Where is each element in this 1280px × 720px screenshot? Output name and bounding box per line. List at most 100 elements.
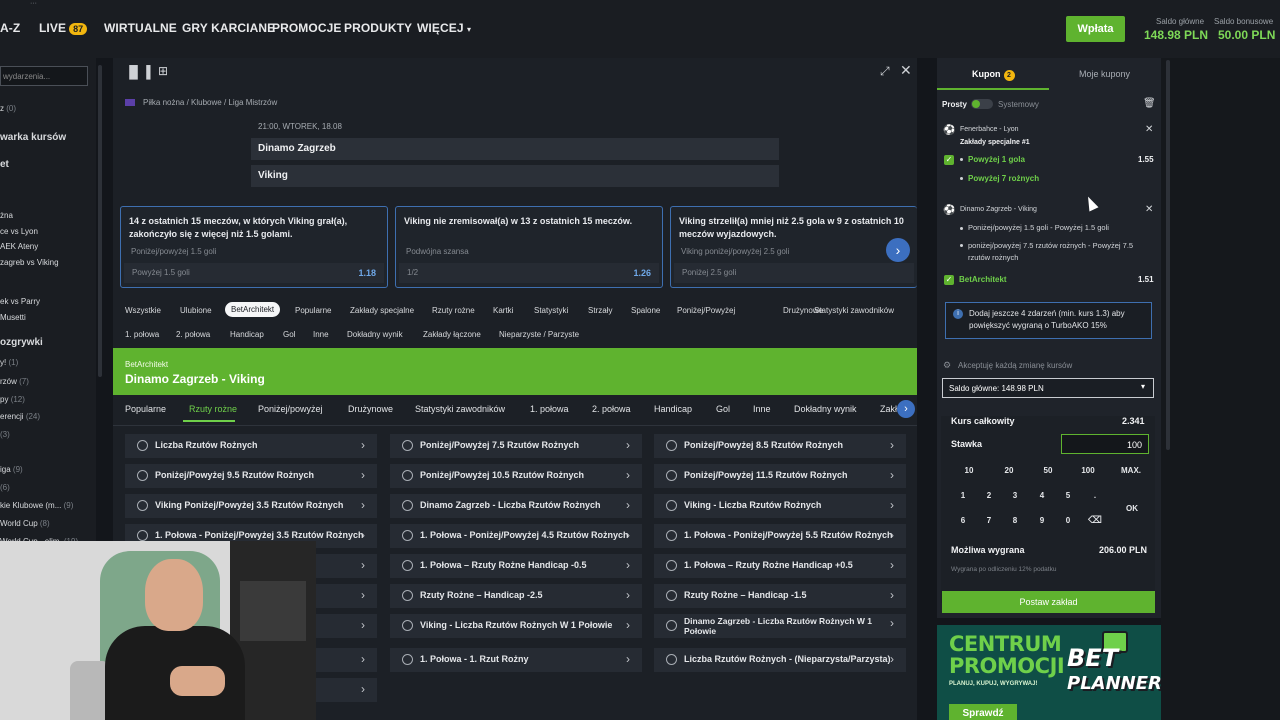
filter-combined[interactable]: Zakłady łączone <box>423 330 481 339</box>
market-row[interactable]: Liczba Rzutów Rożnych › <box>125 434 377 458</box>
sidebar-item[interactable]: py (12) <box>0 395 25 404</box>
sidebar-item[interactable]: z (0) <box>0 104 16 113</box>
balance-select[interactable]: Saldo główne: 148.98 PLN ▾ <box>942 378 1154 398</box>
quick-stake-10[interactable]: 10 <box>958 466 980 475</box>
filter-shots[interactable]: Strzały <box>588 306 612 315</box>
close-icon[interactable]: ✕ <box>900 62 912 79</box>
filter-popular[interactable]: Popularne <box>295 306 331 315</box>
sidebar-item[interactable]: rzów (7) <box>0 377 29 386</box>
market-row[interactable]: Poniżej/Powyżej 9.5 Rzutów Rożnych › <box>125 464 377 488</box>
expand-icon[interactable]: ⤢ <box>880 64 890 79</box>
filter-favourites[interactable]: Ulubione <box>180 306 212 315</box>
market-row[interactable]: 1. Połowa - Poniżej/Powyżej 5.5 Rzutów R… <box>654 524 906 548</box>
remove-bet2-close-icon[interactable]: ✕ <box>1145 204 1153 215</box>
sidebar-item[interactable]: erencji (24) <box>0 412 40 421</box>
market-row[interactable]: Poniżej/Powyżej 10.5 Rzutów Rożnych › <box>390 464 642 488</box>
nav-virtual[interactable]: WIRTUALNE <box>104 21 177 35</box>
market-row[interactable]: Rzuty Rożne – Handicap -1.5 › <box>654 584 906 608</box>
key-6[interactable]: 6 <box>952 516 974 525</box>
filter-stats[interactable]: Statystyki <box>534 306 568 315</box>
key-9[interactable]: 9 <box>1031 516 1053 525</box>
trash-icon[interactable]: 🗑 <box>1143 98 1156 109</box>
filter-betarchitekt[interactable]: BetArchitekt <box>225 302 281 317</box>
quick-stake-max[interactable]: MAX. <box>1116 466 1146 475</box>
market-row[interactable]: 1. Połowa – Rzuty Rożne Handicap -0.5 › <box>390 554 642 578</box>
market-row[interactable]: Dinamo Zagrzeb - Liczba Rzutów Rożnych › <box>390 494 642 518</box>
sidebar-item[interactable]: ce vs Lyon <box>0 227 38 236</box>
subtab-player-stats[interactable]: Statystyki zawodników <box>415 404 505 414</box>
filter-offsides[interactable]: Spalone <box>631 306 660 315</box>
market-row[interactable]: 1. Połowa – Rzuty Rożne Handicap +0.5 › <box>654 554 906 578</box>
sidebar-item[interactable]: kie Klubowe (m... (9) <box>0 501 73 510</box>
subtab-popular[interactable]: Popularne <box>125 404 166 414</box>
key-2[interactable]: 2 <box>978 491 1000 500</box>
sidebar-item[interactable]: AEK Ateny <box>0 242 38 251</box>
market-row[interactable]: Rzuty Rożne – Handicap -2.5 › <box>390 584 642 608</box>
subtab-first-half[interactable]: 1. połowa <box>530 404 569 414</box>
promo-check-button[interactable]: Sprawdź <box>949 704 1017 720</box>
subtab-corners[interactable]: Rzuty rożne <box>189 404 237 414</box>
stat-card[interactable]: 14 z ostatnich 15 meczów, w których Viki… <box>120 206 388 288</box>
subtab-over-under[interactable]: Poniżej/powyżej <box>258 404 323 414</box>
sidebar-scrollbar[interactable] <box>98 65 102 377</box>
subtab-team[interactable]: Drużynowe <box>348 404 393 414</box>
stat-card[interactable]: Viking nie zremisował(a) w 13 z ostatnic… <box>395 206 663 288</box>
sidebar-item[interactable]: World Cup (8) <box>0 519 50 528</box>
market-row[interactable]: Poniżej/Powyżej 7.5 Rzutów Rożnych › <box>390 434 642 458</box>
quick-stake-50[interactable]: 50 <box>1037 466 1059 475</box>
subtab-goal[interactable]: Gol <box>716 404 730 414</box>
sidebar-item[interactable]: et <box>0 159 9 170</box>
subtab-handicap[interactable]: Handicap <box>654 404 692 414</box>
nav-live[interactable]: LIVE 87 <box>39 21 88 35</box>
key-4[interactable]: 4 <box>1031 491 1053 500</box>
subtab-second-half[interactable]: 2. połowa <box>592 404 631 414</box>
remove-bet1-close-icon[interactable]: ✕ <box>1145 124 1153 135</box>
market-row[interactable]: Poniżej/Powyżej 8.5 Rzutów Rożnych › <box>654 434 906 458</box>
sidebar-item[interactable]: żna <box>0 211 13 220</box>
bet2-checkbox[interactable]: ✓ <box>944 275 954 285</box>
subtabs-next-arrow-icon[interactable]: › <box>897 400 915 418</box>
sidebar-item[interactable]: Musetti <box>0 313 26 322</box>
filter-player-stats[interactable]: Statystyki zawodników <box>814 306 894 315</box>
sidebar-item[interactable]: (3) <box>0 430 10 439</box>
market-row[interactable]: Viking Poniżej/Powyżej 3.5 Rzutów Rożnyc… <box>125 494 377 518</box>
stat-pick-button[interactable]: Poniżej 2.5 goli <box>674 263 914 283</box>
nav-promotions[interactable]: PROMOCJE <box>272 21 341 35</box>
filter-corners[interactable]: Rzuty rożne <box>432 306 475 315</box>
key-8[interactable]: 8 <box>1004 516 1026 525</box>
nav-more[interactable]: WIĘCEJ ▾ <box>417 21 471 35</box>
quick-stake-100[interactable]: 100 <box>1077 466 1099 475</box>
market-row[interactable]: 1. Połowa - 1. Rzut Rożny › <box>390 648 642 672</box>
filter-other[interactable]: Inne <box>313 330 329 339</box>
promo-banner[interactable]: CENTRUM PROMOCJI PLANUJ, KUPUJ, WYGRYWAJ!… <box>937 625 1161 720</box>
key-dot[interactable]: . <box>1084 491 1106 500</box>
sidebar-item-odds-builder[interactable]: warka kursów <box>0 132 66 143</box>
bet1-checkbox[interactable]: ✓ <box>944 155 954 165</box>
sidebar-search-input[interactable]: wydarzenia... <box>0 66 88 86</box>
accept-odds-change[interactable]: Akceptuję każdą zmianę kursów <box>958 361 1072 370</box>
tab-my-coupons[interactable]: Moje kupony <box>1079 69 1130 79</box>
filter-cards[interactable]: Kartki <box>493 306 513 315</box>
sidebar-item[interactable]: zagreb vs Viking <box>0 258 59 267</box>
subtab-exact-score[interactable]: Dokładny wynik <box>794 404 857 414</box>
market-row[interactable]: Poniżej/Powyżej 11.5 Rzutów Rożnych › <box>654 464 906 488</box>
filter-second-half[interactable]: 2. połowa <box>176 330 210 339</box>
next-stats-arrow-icon[interactable]: › <box>886 238 910 262</box>
filter-all[interactable]: Wszystkie <box>125 306 161 315</box>
filter-handicap[interactable]: Handicap <box>230 330 264 339</box>
right-scrollbar[interactable] <box>1166 60 1170 450</box>
stats-chart-icon[interactable]: ▐▌▐ <box>125 65 151 79</box>
nav-card-games[interactable]: GRY KARCIANE <box>182 21 275 35</box>
tab-coupon[interactable]: Kupon 2 <box>972 69 1015 81</box>
subtab-combined[interactable]: Zakł <box>880 404 897 414</box>
quick-stake-20[interactable]: 20 <box>998 466 1020 475</box>
market-row[interactable]: Viking - Liczba Rzutów Rożnych W 1 Połow… <box>390 614 642 638</box>
market-row[interactable]: Liczba Rzutów Rożnych - (Nieparzysta/Par… <box>654 648 906 672</box>
bet-type-toggle[interactable] <box>971 99 993 109</box>
subtab-other[interactable]: Inne <box>753 404 771 414</box>
gear-icon[interactable]: ⚙ <box>943 360 951 371</box>
filter-special[interactable]: Zakłady specjalne <box>350 306 414 315</box>
sidebar-item[interactable]: iga (9) <box>0 465 23 474</box>
filter-odd-even[interactable]: Nieparzyste / Parzyste <box>499 330 579 339</box>
key-0[interactable]: 0 <box>1057 516 1079 525</box>
